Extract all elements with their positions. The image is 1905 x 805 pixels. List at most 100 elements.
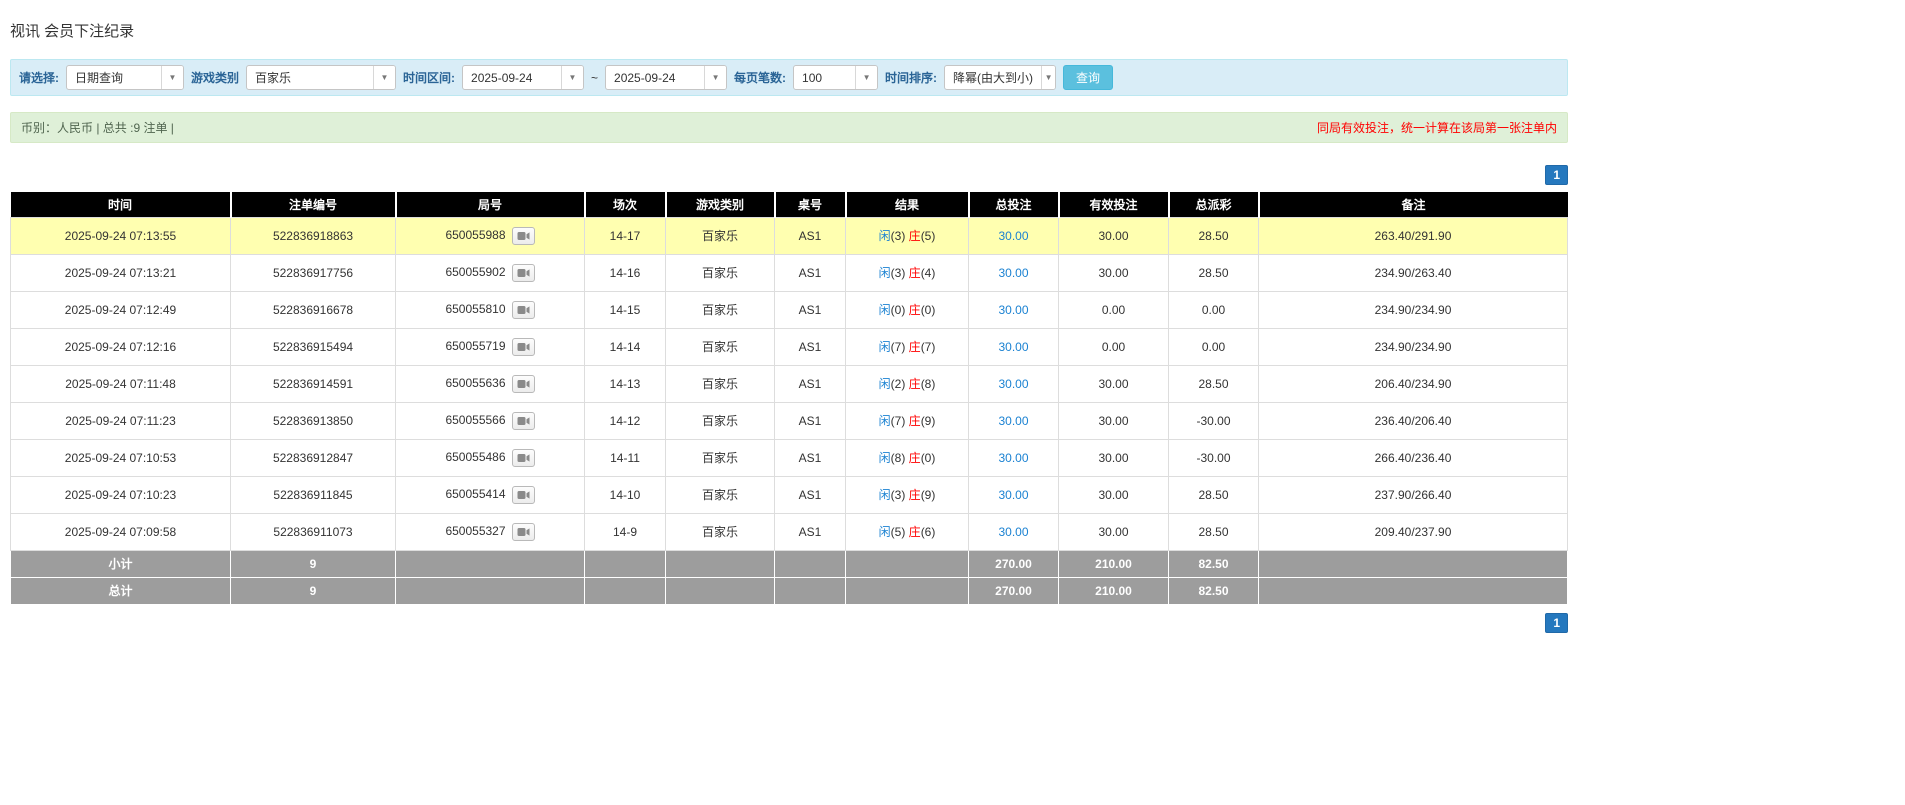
cell-payout: 28.50: [1168, 512, 1259, 551]
cell-table-no: AS1: [774, 253, 846, 292]
cell-remark: 234.90/263.40: [1258, 253, 1568, 292]
total-bet-link[interactable]: 30.00: [998, 451, 1028, 465]
total-bet-link[interactable]: 30.00: [998, 340, 1028, 354]
subtotal-valid-bet: 210.00: [1058, 549, 1169, 578]
cell-payout: 0.00: [1168, 327, 1259, 366]
game-type-select[interactable]: 百家乐 ▼: [246, 65, 397, 90]
header-time: 时间: [10, 192, 232, 217]
sort-select[interactable]: 降幂(由大到小) ▼: [944, 65, 1057, 90]
result-player-score: (7): [890, 414, 906, 428]
result-player-score: (3): [890, 229, 906, 243]
chevron-down-icon[interactable]: ▼: [161, 66, 183, 89]
video-icon-button[interactable]: [511, 337, 535, 356]
page-number-button[interactable]: 1: [1545, 165, 1568, 185]
video-icon-button[interactable]: [511, 374, 535, 393]
table-row: 2025-09-24 07:13:55 522836918863 650055988…: [10, 216, 1568, 255]
total-bet-link[interactable]: 30.00: [998, 488, 1028, 502]
cell-round-id: 650055988: [395, 216, 585, 255]
result-player-score: (7): [890, 340, 906, 354]
chevron-down-icon[interactable]: ▼: [561, 66, 584, 89]
cell-total-bet: 30.00: [968, 401, 1059, 440]
cell-round-id: 650055636: [395, 364, 585, 403]
header-table-no: 桌号: [774, 192, 847, 217]
table-row: 2025-09-24 07:10:53 522836912847 650055486…: [10, 438, 1568, 477]
date-from-select[interactable]: 2025-09-24 ▼: [462, 65, 585, 90]
cell-game-type: 百家乐: [665, 512, 775, 551]
table-body: 2025-09-24 07:13:55 522836918863 650055988…: [10, 216, 1568, 551]
summary-bar: 币别：人民币 | 总共 :9 注单 | 同局有效投注，统一计算在该局第一张注单内: [10, 112, 1568, 143]
query-type-value: 日期查询: [75, 71, 124, 85]
round-id-text: 650055902: [445, 264, 506, 279]
cell-remark: 237.90/266.40: [1258, 475, 1568, 514]
video-icon-button[interactable]: [511, 263, 535, 282]
cell-round-id: 650055486: [395, 438, 585, 477]
cell-session: 14-10: [584, 475, 666, 514]
cell-payout: -30.00: [1168, 401, 1259, 440]
result-player-label: 闲: [878, 340, 891, 354]
chevron-down-icon[interactable]: ▼: [1041, 66, 1056, 89]
round-id-text: 650055327: [445, 523, 506, 538]
result-banker-label: 庄: [908, 377, 921, 391]
cell-remark: 209.40/237.90: [1258, 512, 1568, 551]
cell-total-bet: 30.00: [968, 290, 1059, 329]
game-type-label: 游戏类别: [191, 71, 240, 85]
subtotal-empty: [1258, 549, 1568, 578]
total-row: 总计 9 270.00 210.00 82.50: [10, 576, 1568, 605]
subtotal-row: 小计 9 270.00 210.00 82.50: [10, 549, 1568, 578]
total-bet-link[interactable]: 30.00: [998, 266, 1028, 280]
page-size-select[interactable]: 100 ▼: [793, 65, 879, 90]
video-icon-button[interactable]: [511, 485, 535, 504]
subtotal-label: 小计: [10, 549, 231, 578]
cell-valid-bet: 0.00: [1058, 290, 1169, 329]
header-game-type: 游戏类别: [665, 192, 776, 217]
pagination-top: 1: [10, 165, 1568, 185]
date-to-select[interactable]: 2025-09-24 ▼: [605, 65, 728, 90]
result-banker-score: (0): [920, 451, 936, 465]
cell-time: 2025-09-24 07:12:16: [10, 327, 231, 366]
cell-time: 2025-09-24 07:11:23: [10, 401, 231, 440]
cell-result: 闲(7) 庄(7): [845, 327, 969, 366]
total-bet-link[interactable]: 30.00: [998, 377, 1028, 391]
subtotal-total-bet: 270.00: [968, 549, 1059, 578]
cell-total-bet: 30.00: [968, 475, 1059, 514]
cell-game-type: 百家乐: [665, 216, 775, 255]
chevron-down-icon[interactable]: ▼: [855, 66, 878, 89]
page-number-button[interactable]: 1: [1545, 612, 1568, 633]
cell-payout: 28.50: [1168, 253, 1259, 292]
total-bet-link[interactable]: 30.00: [998, 414, 1028, 428]
table-row: 2025-09-24 07:13:21 522836917756 650055902…: [10, 253, 1568, 292]
query-type-select[interactable]: 日期查询 ▼: [66, 65, 184, 90]
chevron-down-icon[interactable]: ▼: [373, 66, 396, 89]
video-icon-button[interactable]: [511, 448, 535, 467]
search-button[interactable]: 查询: [1063, 65, 1114, 90]
total-bet-link[interactable]: 30.00: [998, 525, 1028, 539]
cell-table-no: AS1: [774, 216, 846, 255]
video-icon-button[interactable]: [511, 411, 535, 430]
date-from-value: 2025-09-24: [471, 70, 533, 85]
cell-bet-id: 522836915494: [230, 327, 396, 366]
cell-total-bet: 30.00: [968, 438, 1059, 477]
cell-time: 2025-09-24 07:10:53: [10, 438, 231, 477]
total-empty: [395, 576, 585, 605]
cell-game-type: 百家乐: [665, 290, 775, 329]
chevron-down-icon[interactable]: ▼: [704, 66, 727, 89]
video-icon-button[interactable]: [511, 300, 535, 319]
total-count: 9: [230, 576, 396, 605]
cell-valid-bet: 30.00: [1058, 216, 1169, 255]
video-icon-button[interactable]: [511, 522, 535, 541]
video-icon-button[interactable]: [511, 226, 535, 245]
cell-remark: 263.40/291.90: [1258, 216, 1568, 255]
total-bet-link[interactable]: 30.00: [998, 303, 1028, 317]
header-bet-id: 注单编号: [230, 192, 397, 217]
cell-payout: -30.00: [1168, 438, 1259, 477]
result-banker-score: (9): [920, 488, 936, 502]
cell-payout: 0.00: [1168, 290, 1259, 329]
total-bet-link[interactable]: 30.00: [998, 229, 1028, 243]
result-player-score: (5): [890, 525, 906, 539]
header-valid-bet: 有效投注: [1058, 192, 1170, 217]
result-banker-score: (9): [920, 414, 936, 428]
cell-session: 14-12: [584, 401, 666, 440]
cell-result: 闲(3) 庄(9): [845, 475, 969, 514]
cell-session: 14-16: [584, 253, 666, 292]
cell-result: 闲(7) 庄(9): [845, 401, 969, 440]
